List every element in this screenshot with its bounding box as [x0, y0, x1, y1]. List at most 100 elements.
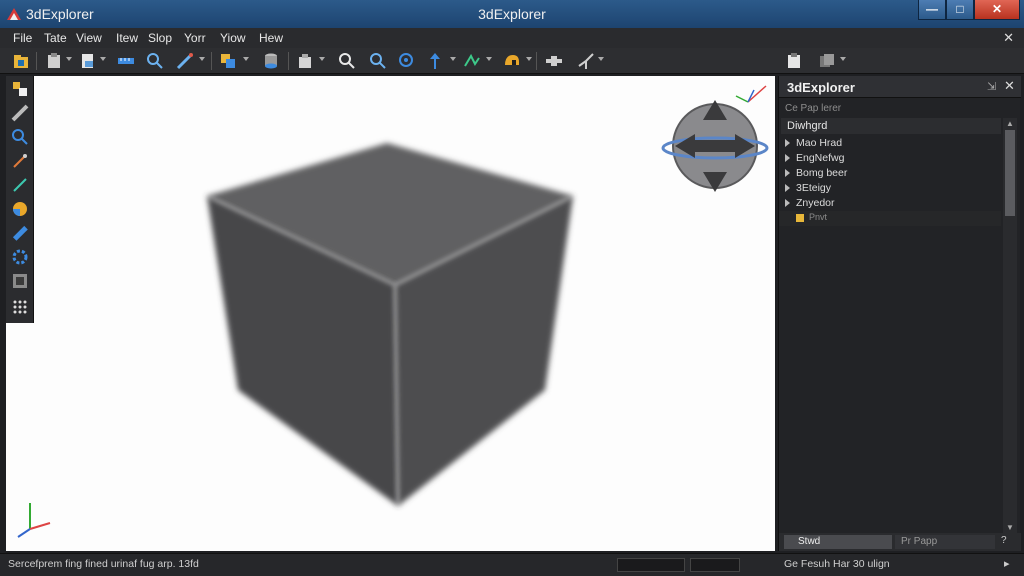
scroll-down-icon[interactable]: ▼: [1006, 523, 1014, 532]
chevron-down-icon[interactable]: [66, 57, 72, 61]
chevron-down-icon[interactable]: [840, 57, 846, 61]
chevron-down-icon[interactable]: [486, 57, 492, 61]
menu-file[interactable]: File: [13, 31, 32, 45]
axis-icon[interactable]: [577, 52, 595, 70]
tree-item-label: Znyedor: [796, 197, 835, 209]
folder-icon: [796, 214, 804, 222]
pencil-icon[interactable]: [11, 224, 29, 242]
open-icon[interactable]: [12, 52, 30, 70]
zoom-icon[interactable]: [11, 128, 29, 146]
menu-yorr[interactable]: Yorr: [184, 31, 206, 45]
helmet-icon[interactable]: [503, 52, 521, 70]
chevron-down-icon[interactable]: [319, 57, 325, 61]
tab-stwd[interactable]: Stwd: [784, 535, 892, 549]
panel-tabs: Stwd Pr Papp ?: [779, 533, 1021, 551]
tree-root[interactable]: Diwhgrd: [781, 118, 1001, 134]
ruler-icon[interactable]: [11, 104, 29, 122]
panel-scrollbar[interactable]: ▲ ▼: [1003, 118, 1017, 533]
zoom-icon[interactable]: [338, 52, 356, 70]
menu-bar: File Tate View Itew Slop Yorr Yiow Hew ✕: [0, 28, 1024, 48]
menu-tate[interactable]: Tate: [44, 31, 67, 45]
copy-icon[interactable]: [818, 52, 836, 70]
chevron-down-icon[interactable]: [526, 57, 532, 61]
toolbar-separator: [536, 52, 537, 70]
paste-icon[interactable]: [45, 52, 63, 70]
grid-icon[interactable]: [11, 298, 29, 316]
pen-tool-icon[interactable]: [176, 52, 194, 70]
status-field[interactable]: [617, 558, 685, 572]
status-field-2[interactable]: [690, 558, 740, 572]
main-toolbar: [0, 48, 1024, 74]
tab-properties[interactable]: Pr Papp: [895, 535, 995, 549]
menu-hew[interactable]: Hew: [259, 31, 283, 45]
app-window: 3dExplorer 3dExplorer — □ ✕ File Tate Vi…: [0, 0, 1024, 576]
window-title: 3dExplorer: [26, 6, 94, 22]
arrow-up-icon[interactable]: [426, 52, 444, 70]
sphere-icon[interactable]: [11, 200, 29, 218]
pipette-icon[interactable]: [11, 152, 29, 170]
expand-arrow-icon[interactable]: [785, 184, 790, 192]
expand-arrow-icon[interactable]: [785, 169, 790, 177]
panel-filter-input[interactable]: Ce Pap lerer: [785, 103, 841, 114]
tree-item-label: 3Eteigy: [796, 182, 832, 194]
tree-item[interactable]: EngNefwg: [779, 151, 1001, 166]
3d-viewport[interactable]: [6, 76, 775, 551]
tree-item-label: Bomg beer: [796, 167, 848, 179]
panel-title: 3dExplorer: [787, 80, 855, 95]
zoom-extents-icon[interactable]: [398, 52, 416, 70]
select-icon[interactable]: [11, 80, 29, 98]
line-icon[interactable]: [11, 176, 29, 194]
menu-itew[interactable]: Itew: [116, 31, 138, 45]
window-title-center: 3dExplorer: [478, 6, 546, 22]
tree-sub-item-label: Pnvt: [809, 212, 828, 222]
close-button[interactable]: ✕: [974, 0, 1020, 20]
maximize-button[interactable]: □: [946, 0, 974, 20]
document-icon[interactable]: [79, 52, 97, 70]
clipboard-icon[interactable]: [785, 52, 803, 70]
zoom-in-icon[interactable]: [369, 52, 387, 70]
tree-item[interactable]: 3Eteigy: [779, 181, 1001, 196]
line-tool-icon[interactable]: [463, 52, 481, 70]
scrollbar-thumb[interactable]: [1005, 130, 1015, 216]
tree-sub-item[interactable]: Pnvt: [779, 211, 1001, 226]
app-logo-icon: [7, 8, 21, 20]
menu-close-icon[interactable]: ✕: [1003, 30, 1014, 46]
navigation-gizmo[interactable]: [661, 85, 769, 192]
settings-icon[interactable]: [11, 248, 29, 266]
status-bar: Sercefprem fing fined urinaf fug arp. 13…: [0, 553, 1024, 576]
menu-yiow[interactable]: Yiow: [220, 31, 246, 45]
chevron-down-icon[interactable]: [243, 57, 249, 61]
panel-close-icon[interactable]: ✕: [1004, 78, 1015, 94]
minimize-button[interactable]: —: [918, 0, 946, 20]
expand-arrow-icon[interactable]: [785, 139, 790, 147]
scroll-up-icon[interactable]: ▲: [1006, 119, 1014, 128]
status-text: Sercefprem fing fined urinaf fug arp. 13…: [8, 558, 199, 570]
layers-icon[interactable]: [219, 52, 237, 70]
expand-arrow-icon[interactable]: [785, 199, 790, 207]
chevron-down-icon[interactable]: [598, 57, 604, 61]
status-arrow-icon[interactable]: ▸: [1004, 557, 1010, 570]
toolbar-separator: [211, 52, 212, 70]
menu-view[interactable]: View: [76, 31, 102, 45]
move-icon[interactable]: [545, 52, 563, 70]
ruler-icon[interactable]: [117, 52, 135, 70]
search-icon[interactable]: [146, 52, 164, 70]
help-icon[interactable]: ?: [1001, 535, 1007, 546]
expand-arrow-icon[interactable]: [785, 154, 790, 162]
axis-triad-icon: [17, 503, 51, 538]
tree-item[interactable]: Znyedor: [779, 196, 1001, 211]
chevron-down-icon[interactable]: [450, 57, 456, 61]
pin-icon[interactable]: ⇲: [987, 80, 996, 93]
tree-root-label: Diwhgrd: [787, 120, 828, 132]
toolbar-separator: [36, 52, 37, 70]
chevron-down-icon[interactable]: [199, 57, 205, 61]
bucket-icon[interactable]: [296, 52, 314, 70]
tree-item[interactable]: Bomg beer: [779, 166, 1001, 181]
scene-canvas[interactable]: [6, 76, 775, 551]
database-icon[interactable]: [262, 52, 280, 70]
cube-model[interactable]: [207, 143, 573, 506]
image-icon[interactable]: [11, 272, 29, 290]
menu-slop[interactable]: Slop: [148, 31, 172, 45]
tree-item[interactable]: Mao Hrad: [779, 136, 1001, 151]
chevron-down-icon[interactable]: [100, 57, 106, 61]
